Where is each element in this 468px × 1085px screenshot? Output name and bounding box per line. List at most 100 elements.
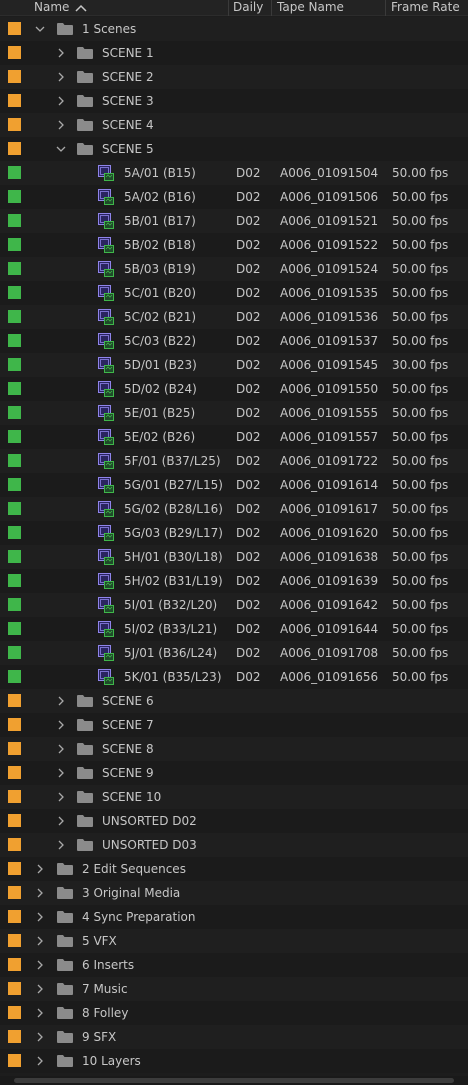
clip-row[interactable]: 5G/01 (B27/L15) D02 A006_01091614 50.00 fps bbox=[0, 473, 468, 497]
sort-ascending-icon[interactable] bbox=[74, 2, 88, 14]
clip-row[interactable]: 5E/01 (B25) D02 A006_01091555 50.00 fps bbox=[0, 401, 468, 425]
tape-name-cell: A006_01091504 bbox=[280, 166, 379, 180]
folder-icon bbox=[57, 887, 73, 899]
chevron-right-icon[interactable] bbox=[34, 935, 46, 947]
tape-name-cell: A006_01091555 bbox=[280, 406, 379, 420]
bin-name: SCENE 2 bbox=[102, 70, 154, 84]
clip-row[interactable]: 5J/01 (B36/L24) D02 A006_01091708 50.00 fps bbox=[0, 641, 468, 665]
label-color-swatch bbox=[8, 886, 21, 899]
chevron-right-icon[interactable] bbox=[55, 95, 67, 107]
chevron-right-icon[interactable] bbox=[34, 983, 46, 995]
bin-row[interactable]: SCENE 3 bbox=[0, 89, 468, 113]
bin-row[interactable]: UNSORTED D02 bbox=[0, 809, 468, 833]
label-color-swatch bbox=[8, 358, 21, 371]
chevron-right-icon[interactable] bbox=[55, 815, 67, 827]
clip-row[interactable]: 5B/02 (B18) D02 A006_01091522 50.00 fps bbox=[0, 233, 468, 257]
bin-name: 1 Scenes bbox=[82, 22, 137, 36]
clip-row[interactable]: 5K/01 (B35/L23) D02 A006_01091656 50.00 fps bbox=[0, 665, 468, 689]
clip-row[interactable]: 5I/01 (B32/L20) D02 A006_01091642 50.00 fps bbox=[0, 593, 468, 617]
clip-row[interactable]: 5C/03 (B22) D02 A006_01091537 50.00 fps bbox=[0, 329, 468, 353]
chevron-right-icon[interactable] bbox=[34, 1031, 46, 1043]
folder-icon bbox=[77, 815, 93, 827]
bin-name: 9 SFX bbox=[82, 1030, 117, 1044]
bin-row[interactable]: SCENE 7 bbox=[0, 713, 468, 737]
clip-row[interactable]: 5H/01 (B30/L18) D02 A006_01091638 50.00 fps bbox=[0, 545, 468, 569]
bin-row[interactable]: SCENE 8 bbox=[0, 737, 468, 761]
chevron-right-icon[interactable] bbox=[55, 71, 67, 83]
clip-row[interactable]: 5F/01 (B37/L25) D02 A006_01091722 50.00 fps bbox=[0, 449, 468, 473]
bin-row[interactable]: SCENE 9 bbox=[0, 761, 468, 785]
scrollbar-thumb[interactable] bbox=[14, 1078, 454, 1083]
clip-row[interactable]: 5D/01 (B23) D02 A006_01091545 30.00 fps bbox=[0, 353, 468, 377]
clip-icon bbox=[98, 333, 114, 349]
column-divider[interactable] bbox=[271, 0, 272, 16]
column-divider[interactable] bbox=[228, 0, 229, 16]
bin-row[interactable]: SCENE 2 bbox=[0, 65, 468, 89]
bin-row[interactable]: SCENE 4 bbox=[0, 113, 468, 137]
chevron-right-icon[interactable] bbox=[34, 887, 46, 899]
bin-row[interactable]: 6 Inserts bbox=[0, 953, 468, 977]
column-header-daily[interactable]: Daily bbox=[233, 0, 263, 15]
clip-row[interactable]: 5B/03 (B19) D02 A006_01091524 50.00 fps bbox=[0, 257, 468, 281]
frame-rate-cell: 50.00 fps bbox=[392, 574, 449, 588]
column-header-name[interactable]: Name bbox=[34, 0, 69, 15]
chevron-right-icon[interactable] bbox=[55, 791, 67, 803]
bin-name: SCENE 5 bbox=[102, 142, 154, 156]
chevron-right-icon[interactable] bbox=[34, 911, 46, 923]
chevron-right-icon[interactable] bbox=[34, 863, 46, 875]
clip-row[interactable]: 5C/01 (B20) D02 A006_01091535 50.00 fps bbox=[0, 281, 468, 305]
chevron-right-icon[interactable] bbox=[34, 1007, 46, 1019]
bin-row[interactable]: 1 Scenes bbox=[0, 17, 468, 41]
chevron-right-icon[interactable] bbox=[55, 743, 67, 755]
clip-row[interactable]: 5A/02 (B16) D02 A006_01091506 50.00 fps bbox=[0, 185, 468, 209]
chevron-right-icon[interactable] bbox=[55, 695, 67, 707]
column-header-frame-rate[interactable]: Frame Rate bbox=[391, 0, 460, 15]
bin-name: SCENE 10 bbox=[102, 790, 162, 804]
bin-row[interactable]: 7 Music bbox=[0, 977, 468, 1001]
chevron-right-icon[interactable] bbox=[55, 719, 67, 731]
bin-row[interactable]: UNSORTED D03 bbox=[0, 833, 468, 857]
tape-name-cell: A006_01091522 bbox=[280, 238, 379, 252]
clip-row[interactable]: 5A/01 (B15) D02 A006_01091504 50.00 fps bbox=[0, 161, 468, 185]
clip-row[interactable]: 5E/02 (B26) D02 A006_01091557 50.00 fps bbox=[0, 425, 468, 449]
bin-row[interactable]: SCENE 10 bbox=[0, 785, 468, 809]
folder-icon bbox=[77, 839, 93, 851]
bin-name: 8 Folley bbox=[82, 1006, 129, 1020]
bin-row[interactable]: SCENE 1 bbox=[0, 41, 468, 65]
clip-row[interactable]: 5D/02 (B24) D02 A006_01091550 50.00 fps bbox=[0, 377, 468, 401]
clip-row[interactable]: 5B/01 (B17) D02 A006_01091521 50.00 fps bbox=[0, 209, 468, 233]
chevron-right-icon[interactable] bbox=[34, 959, 46, 971]
bin-row[interactable]: SCENE 6 bbox=[0, 689, 468, 713]
column-divider[interactable] bbox=[385, 0, 386, 16]
bin-row[interactable]: 8 Folley bbox=[0, 1001, 468, 1025]
bin-row[interactable]: SCENE 5 bbox=[0, 137, 468, 161]
chevron-right-icon[interactable] bbox=[55, 839, 67, 851]
clip-name: 5E/01 (B25) bbox=[124, 406, 196, 420]
bin-row[interactable]: 2 Edit Sequences bbox=[0, 857, 468, 881]
clip-row[interactable]: 5G/02 (B28/L16) D02 A006_01091617 50.00 fps bbox=[0, 497, 468, 521]
clip-row[interactable]: 5G/03 (B29/L17) D02 A006_01091620 50.00 fps bbox=[0, 521, 468, 545]
label-color-swatch bbox=[8, 622, 21, 635]
clip-row[interactable]: 5I/02 (B33/L21) D02 A006_01091644 50.00 fps bbox=[0, 617, 468, 641]
frame-rate-cell: 50.00 fps bbox=[392, 430, 449, 444]
chevron-right-icon[interactable] bbox=[34, 1055, 46, 1067]
clip-name: 5B/01 (B17) bbox=[124, 214, 196, 228]
chevron-right-icon[interactable] bbox=[55, 119, 67, 131]
clip-icon bbox=[98, 477, 114, 493]
bin-name: 10 Layers bbox=[82, 1054, 141, 1068]
bin-row[interactable]: 5 VFX bbox=[0, 929, 468, 953]
chevron-right-icon[interactable] bbox=[55, 47, 67, 59]
chevron-down-icon[interactable] bbox=[34, 23, 46, 35]
bin-row[interactable]: 10 Layers bbox=[0, 1049, 468, 1073]
daily-cell: D02 bbox=[236, 430, 261, 444]
bin-row[interactable]: 4 Sync Preparation bbox=[0, 905, 468, 929]
clip-row[interactable]: 5H/02 (B31/L19) D02 A006_01091639 50.00 fps bbox=[0, 569, 468, 593]
bin-row[interactable]: 9 SFX bbox=[0, 1025, 468, 1049]
column-header-tape-name[interactable]: Tape Name bbox=[277, 0, 344, 15]
daily-cell: D02 bbox=[236, 574, 261, 588]
chevron-down-icon[interactable] bbox=[55, 143, 67, 155]
clip-row[interactable]: 5C/02 (B21) D02 A006_01091536 50.00 fps bbox=[0, 305, 468, 329]
bin-row[interactable]: 3 Original Media bbox=[0, 881, 468, 905]
bin-name: UNSORTED D02 bbox=[102, 814, 197, 828]
chevron-right-icon[interactable] bbox=[55, 767, 67, 779]
